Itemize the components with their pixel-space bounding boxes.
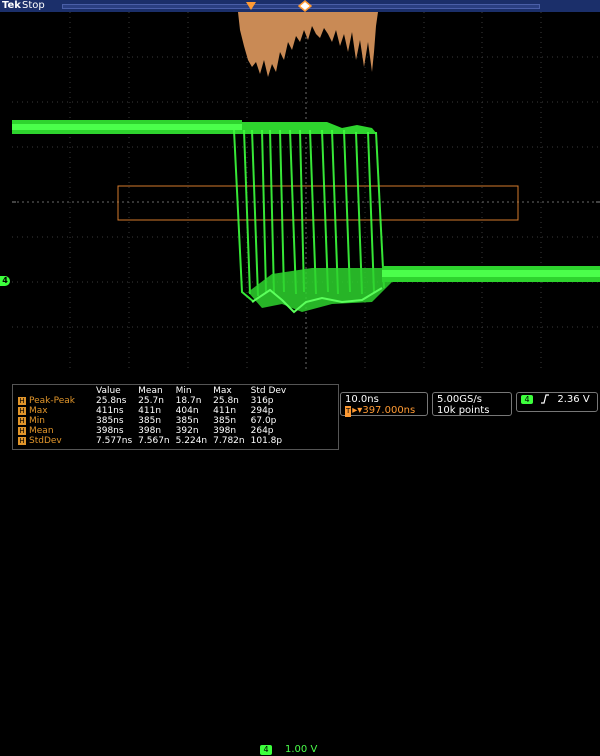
rising-edge-icon bbox=[541, 394, 550, 404]
row-label: StdDev bbox=[29, 436, 62, 446]
row-mean: 385n bbox=[138, 416, 162, 426]
row-mean: 7.567n bbox=[138, 436, 170, 446]
row-min: 404n bbox=[175, 406, 199, 416]
row-min: 5.224n bbox=[175, 436, 208, 446]
col-min: Min bbox=[175, 386, 192, 396]
histogram-source-icon: H bbox=[18, 436, 26, 445]
sample-rate: 5.00GS/s bbox=[437, 394, 482, 405]
top-status-bar: Tek Stop bbox=[0, 0, 600, 12]
row-std: 316p bbox=[250, 396, 274, 406]
measurement-row[interactable]: H Peak-Peak 25.8ns 25.7n 18.7n 25.8n 316p bbox=[15, 396, 289, 406]
trigger-panel[interactable]: 4 2.36 V bbox=[516, 392, 598, 412]
channel-4-badge[interactable]: 4 bbox=[260, 745, 272, 755]
delay-arrow-icon: ▸▾ bbox=[352, 405, 363, 416]
trigger-level: 2.36 V bbox=[557, 394, 590, 405]
measurement-row[interactable]: H Min 385ns 385n 385n 385n 67.0p bbox=[15, 416, 289, 426]
delay-value: 397.000ns bbox=[362, 405, 416, 416]
measurement-table: Value Mean Min Max Std Dev H Peak-Peak 25… bbox=[15, 386, 289, 446]
col-std-dev: Std Dev bbox=[250, 386, 287, 396]
row-max: 385n bbox=[213, 416, 237, 426]
measurement-row[interactable]: H StdDev 7.577ns 7.567n 5.224n 7.782n 101… bbox=[15, 436, 289, 446]
expansion-point-icon[interactable] bbox=[298, 0, 312, 12]
row-value: 25.8ns bbox=[96, 396, 127, 406]
record-length: 10k points bbox=[437, 405, 490, 416]
trigger-source-badge: 4 bbox=[521, 394, 533, 404]
row-value: 411ns bbox=[96, 406, 124, 416]
histogram-source-icon: H bbox=[18, 426, 26, 435]
brand-label: Tek bbox=[2, 0, 21, 11]
row-label: Max bbox=[29, 406, 48, 416]
row-std: 294p bbox=[250, 406, 274, 416]
row-min: 385n bbox=[175, 416, 199, 426]
acquisition-panel[interactable]: 5.00GS/s 10k points bbox=[432, 392, 512, 416]
row-std: 101.8p bbox=[250, 436, 283, 446]
measurement-panel[interactable]: Value Mean Min Max Std Dev H Peak-Peak 25… bbox=[12, 384, 339, 450]
channel-scale-row: 4 1.00 V bbox=[0, 372, 600, 755]
waveform-display[interactable] bbox=[12, 12, 600, 372]
measurement-row[interactable]: H Mean 398ns 398n 392n 398n 264p bbox=[15, 426, 289, 436]
trigger-position-icon[interactable] bbox=[245, 0, 257, 12]
row-max: 7.782n bbox=[213, 436, 245, 446]
row-value: 7.577ns bbox=[96, 436, 133, 446]
row-std: 264p bbox=[250, 426, 274, 436]
row-label: Mean bbox=[29, 426, 54, 436]
col-mean: Mean bbox=[138, 386, 163, 396]
row-value: 385ns bbox=[96, 416, 124, 426]
row-mean: 398n bbox=[138, 426, 162, 436]
graticule bbox=[12, 12, 600, 372]
row-min: 18.7n bbox=[175, 396, 202, 406]
row-max: 25.8n bbox=[213, 396, 239, 406]
row-max: 398n bbox=[213, 426, 237, 436]
histogram-source-icon: H bbox=[18, 396, 26, 405]
row-mean: 25.7n bbox=[138, 396, 164, 406]
histogram-source-icon: H bbox=[18, 406, 26, 415]
row-value: 398ns bbox=[96, 426, 124, 436]
row-std: 67.0p bbox=[250, 416, 277, 426]
channel-4-ground-marker[interactable]: 4 bbox=[0, 276, 10, 286]
channel-4-scale[interactable]: 1.00 V bbox=[285, 744, 317, 756]
row-min: 392n bbox=[175, 426, 199, 436]
col-value: Value bbox=[96, 386, 121, 396]
timebase-value: 10.0ns bbox=[345, 394, 379, 405]
row-label: Peak-Peak bbox=[29, 396, 75, 406]
histogram-source-icon: H bbox=[18, 416, 26, 425]
measurement-header-row: Value Mean Min Max Std Dev bbox=[15, 386, 289, 396]
acquisition-status[interactable]: Stop bbox=[22, 0, 45, 12]
measurement-row[interactable]: H Max 411ns 411n 404n 411n 294p bbox=[15, 406, 289, 416]
row-mean: 411n bbox=[138, 406, 162, 416]
delay-row: T ▸▾397.000ns bbox=[345, 405, 423, 417]
histogram-area bbox=[238, 12, 378, 77]
row-label: Min bbox=[29, 416, 45, 426]
col-max: Max bbox=[213, 386, 232, 396]
trigger-delay-icon: T bbox=[345, 406, 352, 417]
row-max: 411n bbox=[213, 406, 237, 416]
horizontal-settings-panel[interactable]: 10.0ns T ▸▾397.000ns bbox=[340, 392, 428, 417]
